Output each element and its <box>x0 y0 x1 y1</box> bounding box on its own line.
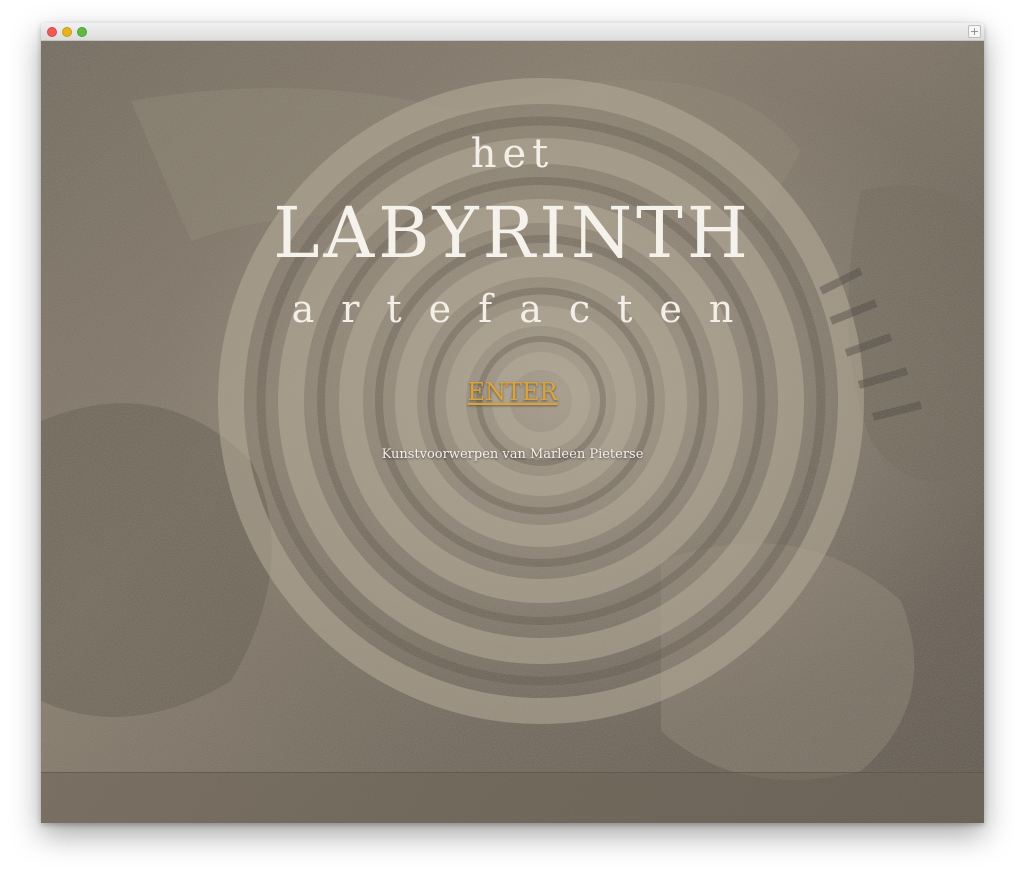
enter-link[interactable]: ENTER <box>467 378 557 406</box>
new-tab-button[interactable]: + <box>968 25 981 38</box>
browser-titlebar: + <box>41 23 984 41</box>
logo-labyrinth: LABYRINTH <box>273 192 752 274</box>
maximize-dot-icon[interactable] <box>77 27 87 37</box>
enter-container: ENTER <box>41 378 984 406</box>
browser-window: + het LABYRINTH artefacten ENTER Kunstvo… <box>41 23 984 823</box>
logo-artefacten: artefacten <box>291 287 761 331</box>
page-viewport: het LABYRINTH artefacten ENTER Kunstvoor… <box>41 41 984 823</box>
minimize-dot-icon[interactable] <box>62 27 72 37</box>
logo-het: het <box>470 131 555 177</box>
site-logo: het LABYRINTH artefacten <box>41 41 984 823</box>
close-dot-icon[interactable] <box>47 27 57 37</box>
tagline: Kunstvoorwerpen van Marleen Pieterse <box>381 447 644 462</box>
